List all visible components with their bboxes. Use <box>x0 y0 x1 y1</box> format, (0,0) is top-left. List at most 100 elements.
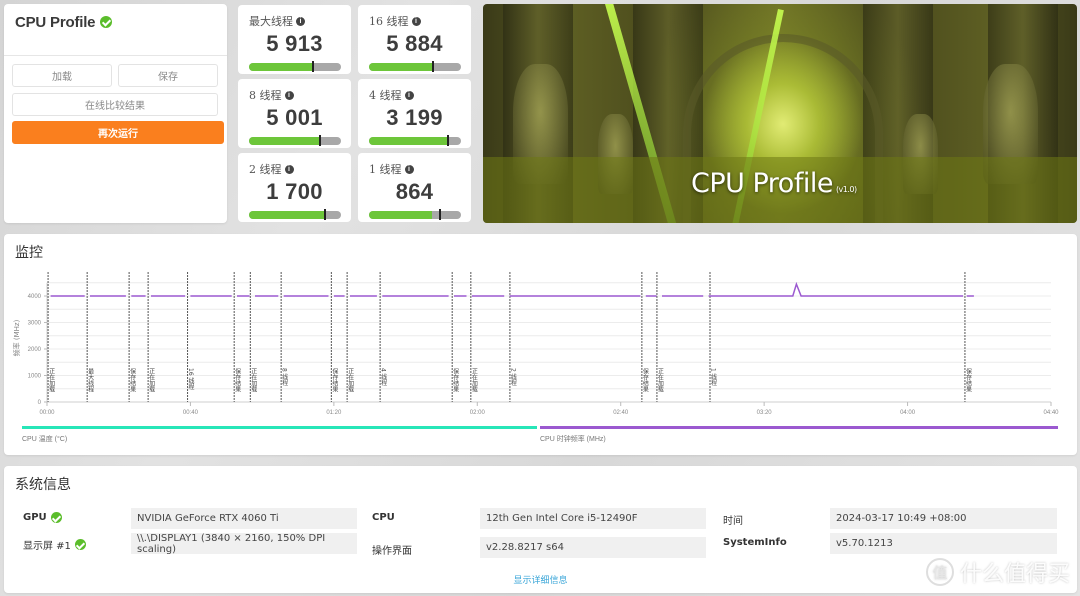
hero-title-text: CPU Profile <box>691 168 833 199</box>
gpu-label: GPU <box>23 512 62 523</box>
score-bar-marker <box>324 209 327 220</box>
interface-value: v2.28.8217 s64 <box>480 537 706 558</box>
watermark-logo-icon: 值 <box>925 558 954 586</box>
info-icon[interactable]: i <box>411 16 421 26</box>
info-icon[interactable]: i <box>404 90 414 100</box>
event-marker-label: 4 线程 <box>380 368 387 387</box>
y-tick-label: 3000 <box>28 321 42 327</box>
title-row: CPU Profile <box>4 4 227 56</box>
score-label-text: 8 线程 <box>249 89 282 102</box>
score-bar-marker <box>318 135 321 146</box>
score-label-text: 最大线程 <box>249 15 293 28</box>
score-bar-fill <box>249 63 312 71</box>
x-tick-label: 02:40 <box>613 410 629 416</box>
time-value: 2024-03-17 10:49 +08:00 <box>830 508 1057 529</box>
watermark: 值 什么值得买 <box>925 556 1070 588</box>
score-bar-fill <box>369 137 448 145</box>
score-bar-fill <box>369 63 433 71</box>
x-tick-label: 03:20 <box>757 410 773 416</box>
info-icon[interactable]: i <box>404 164 414 174</box>
check-circle-icon <box>74 539 86 550</box>
event-marker-label: 正在加载 <box>48 368 55 393</box>
event-marker-label: 正在加载 <box>347 368 354 393</box>
score-tile: 最大线程 i 5 913 <box>238 5 351 74</box>
score-label-text: 2 线程 <box>249 163 282 176</box>
series-line-segment <box>708 281 964 297</box>
event-marker-label: 正在加载 <box>148 368 155 393</box>
compare-online-button[interactable]: 在线比较结果 <box>12 93 218 116</box>
x-tick-label: 04:00 <box>900 410 916 416</box>
score-value: 1 700 <box>266 179 323 204</box>
event-marker-label: 2 线程 <box>509 368 516 387</box>
event-marker-label: 保存结果 <box>331 367 338 393</box>
control-panel: CPU Profile 加载 保存 在线比较结果 再次运行 <box>4 4 227 223</box>
watermark-text: 什么值得买 <box>959 561 1070 586</box>
event-marker-label: 保存结果 <box>641 367 648 393</box>
system-info-panel: 系统信息 GPU NVIDIA GeForce RTX 4060 Ti 显示屏 … <box>4 466 1077 593</box>
show-details-link[interactable]: 显示详细信息 <box>4 573 1077 586</box>
score-bar <box>249 211 341 219</box>
legend-label-clock: CPU 时钟频率 (MHz) <box>540 436 606 443</box>
event-marker-label: 保存结果 <box>129 367 136 393</box>
load-button[interactable]: 加载 <box>12 64 112 87</box>
event-marker-label: 8 线程 <box>281 368 288 387</box>
score-label: 1 线程 i <box>369 161 414 177</box>
legend-swatch-temperature[interactable] <box>22 426 537 429</box>
event-marker-label: 保存结果 <box>234 367 241 393</box>
display-value: \\.\DISPLAY1 (3840 × 2160, 150% DPI scal… <box>131 533 357 555</box>
score-bar-marker <box>312 61 315 72</box>
score-label-text: 1 线程 <box>369 163 402 176</box>
event-marker-label: 1 线程 <box>709 368 716 387</box>
hero-title: CPU Profile (v1.0) <box>691 168 857 199</box>
score-tile: 16 线程 i 5 884 <box>358 5 471 74</box>
score-value: 5 884 <box>386 31 443 56</box>
legend-swatch-clock[interactable] <box>540 426 1058 429</box>
event-marker-label: 正在加载 <box>656 368 663 393</box>
check-circle-icon <box>100 16 113 28</box>
score-label: 16 线程 i <box>369 13 421 29</box>
score-label: 2 线程 i <box>249 161 294 177</box>
x-tick-label: 01:20 <box>326 410 342 416</box>
x-tick-label: 02:00 <box>470 410 486 416</box>
gpu-value: NVIDIA GeForce RTX 4060 Ti <box>131 508 357 529</box>
y-tick-label: 0 <box>38 400 42 406</box>
y-tick-label: 1000 <box>28 374 42 380</box>
score-tile: 4 线程 i 3 199 <box>358 79 471 148</box>
monitoring-panel: 监控 0 1000 2000 3000 4000 频率 (MHz) 00:00 00:40 01… <box>4 234 1077 455</box>
info-icon[interactable]: i <box>296 16 305 26</box>
interface-label: 操作界面 <box>372 546 412 557</box>
save-button[interactable]: 保存 <box>118 64 218 87</box>
info-icon[interactable]: i <box>284 164 294 174</box>
score-bar <box>249 63 341 71</box>
score-tile: 8 线程 i 5 001 <box>238 79 351 148</box>
gpu-label-text: GPU <box>23 512 47 523</box>
y-tick-label: 4000 <box>28 294 42 300</box>
x-tick-label: 00:00 <box>39 410 55 416</box>
score-bar-marker <box>438 209 441 220</box>
system-info-title: 系统信息 <box>15 477 71 493</box>
score-tile: 1 线程 i 864 <box>358 153 471 222</box>
y-axis-label: 频率 (MHz) <box>12 319 21 356</box>
info-icon[interactable]: i <box>284 90 294 100</box>
score-label: 4 线程 i <box>369 87 414 103</box>
x-tick-label: 04:40 <box>1043 410 1059 416</box>
cpu-label: CPU <box>372 512 395 523</box>
event-marker-label: 16 线程 <box>187 368 194 391</box>
score-label: 8 线程 i <box>249 87 294 103</box>
run-again-button[interactable]: 再次运行 <box>12 121 224 144</box>
systeminfo-value: v5.70.1213 <box>830 533 1057 554</box>
systeminfo-label: SystemInfo <box>723 537 787 548</box>
score-label: 最大线程 i <box>249 13 305 29</box>
display-label: 显示屏 #1 <box>23 537 86 552</box>
event-marker-label: 正在加载 <box>470 368 477 393</box>
display-label-text: 显示屏 #1 <box>23 541 71 552</box>
x-tick-label: 00:40 <box>183 410 199 416</box>
hero-banner: CPU Profile (v1.0) <box>483 4 1077 223</box>
score-bar-marker <box>432 61 435 72</box>
score-bar-marker <box>447 135 450 146</box>
event-marker-label: 保存结果 <box>964 367 971 393</box>
score-bar <box>249 137 341 145</box>
score-value: 5 001 <box>266 105 323 130</box>
event-marker-label: 正在加载 <box>250 368 257 393</box>
score-label-text: 16 线程 <box>369 15 409 28</box>
